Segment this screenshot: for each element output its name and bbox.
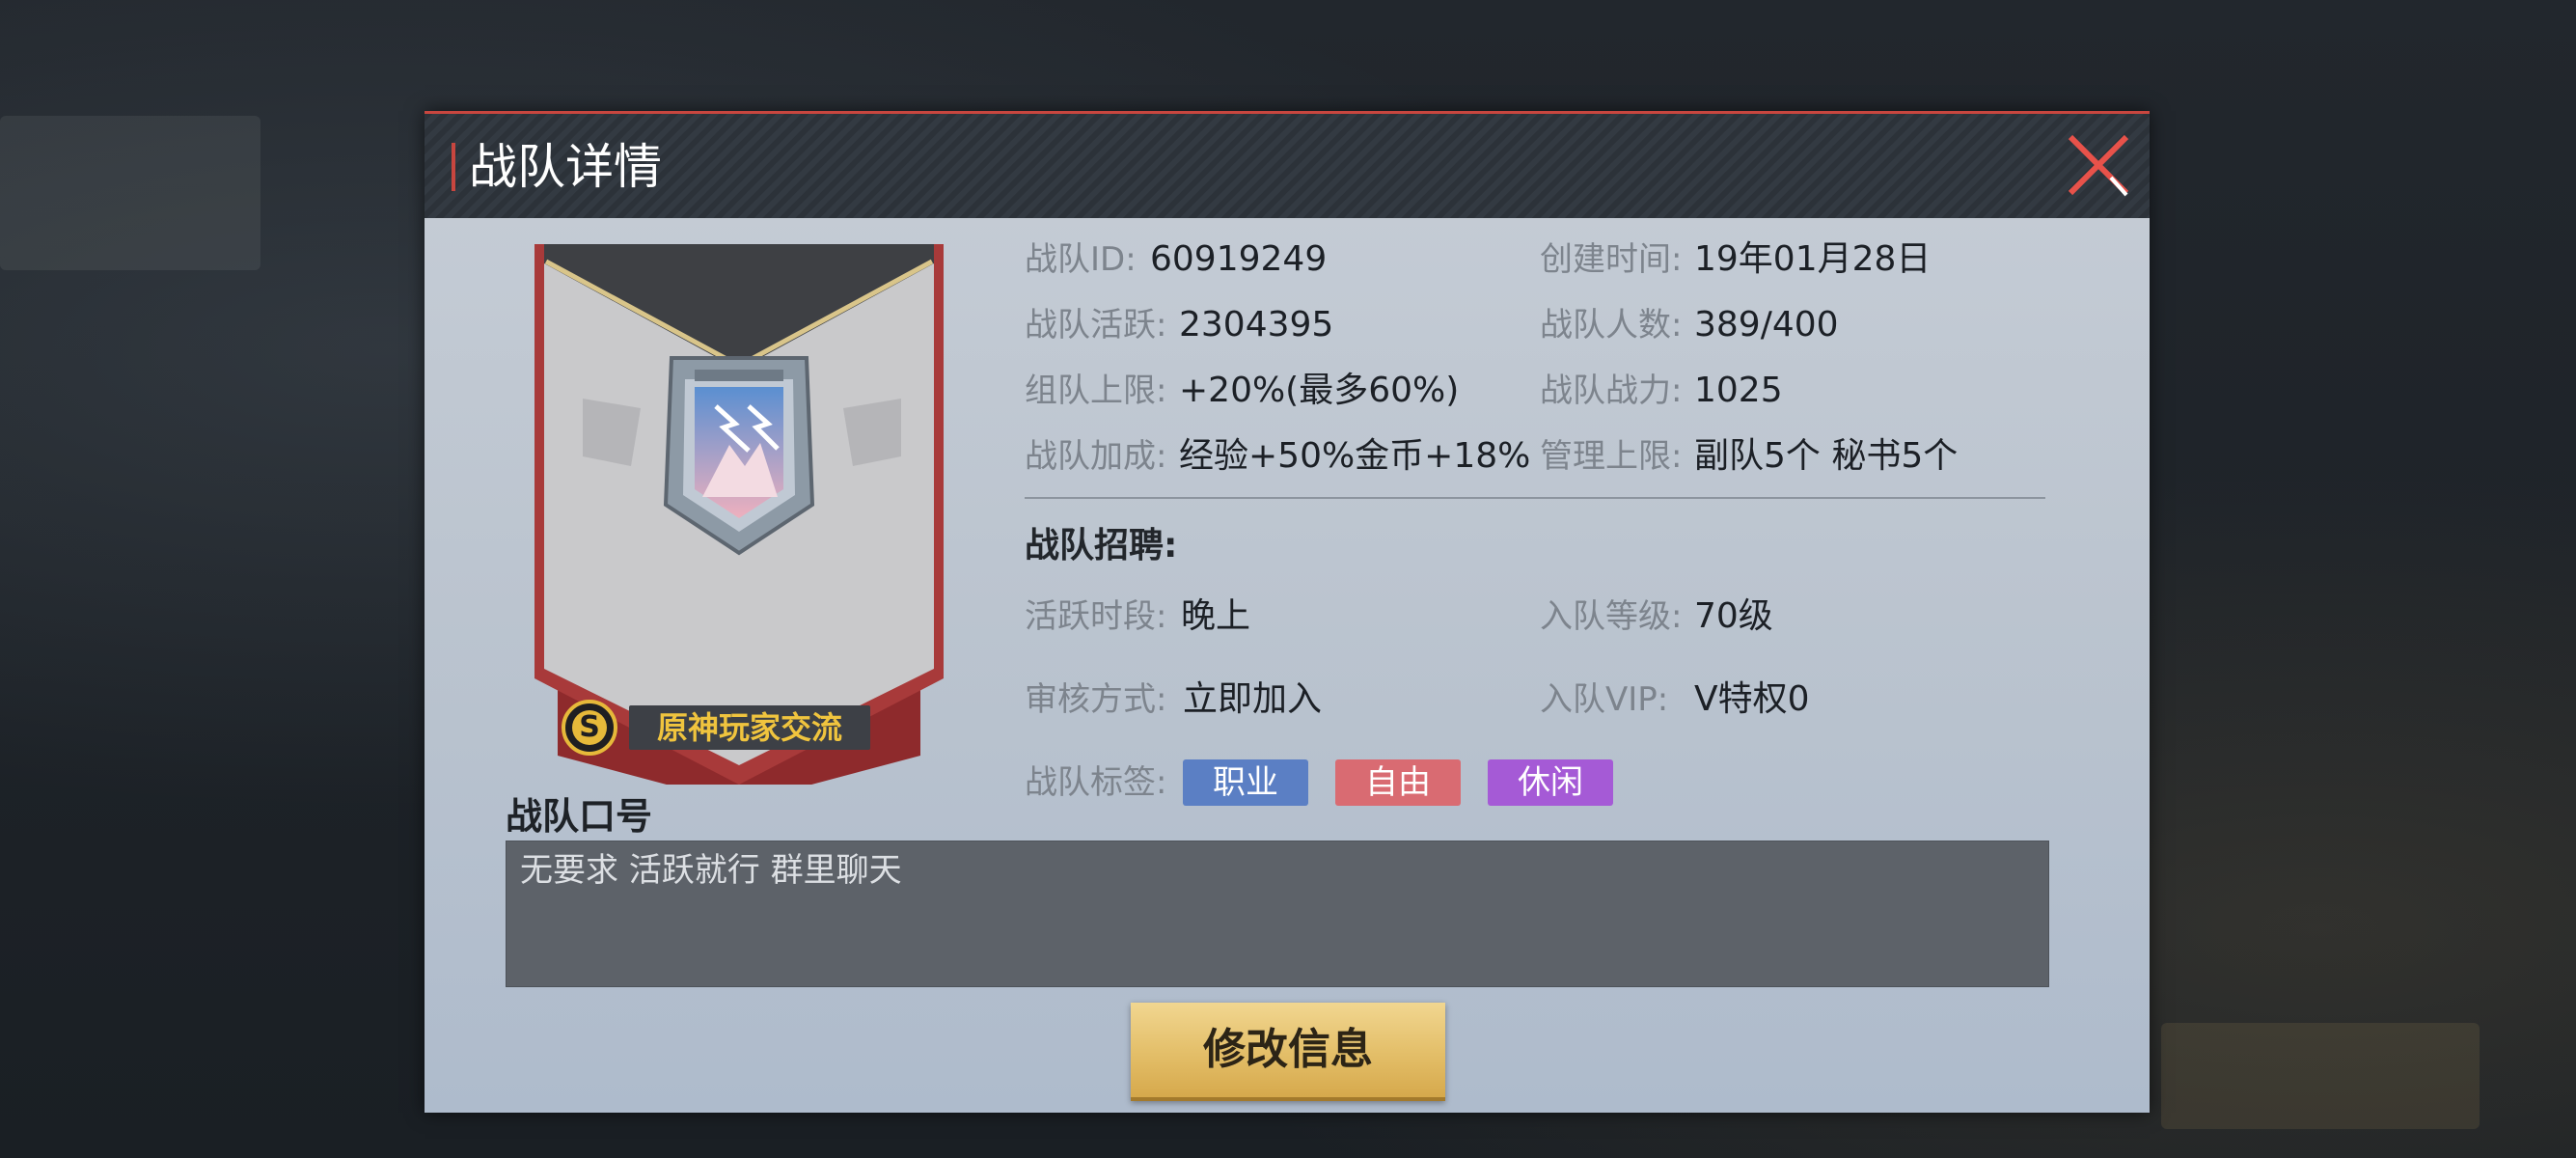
- team-tags-label: 战队标签:: [1025, 763, 1167, 802]
- active-time-value: 晚上: [1181, 596, 1251, 636]
- team-power-label: 战队战力:: [1540, 372, 1683, 410]
- join-vip-value: V特权0: [1694, 679, 1810, 719]
- management-limit-label: 管理上限:: [1540, 437, 1683, 476]
- created-time-label: 创建时间:: [1540, 240, 1683, 279]
- team-members-label: 战队人数:: [1540, 306, 1683, 345]
- team-rank-badge-letter: S: [579, 710, 600, 744]
- slogan-text: 无要求 活跃就行 群里聊天: [520, 851, 902, 890]
- join-vip-label: 入队VIP:: [1540, 680, 1669, 719]
- recruit-section-title: 战队招聘:: [1025, 526, 1178, 565]
- team-activity-label: 战队活跃:: [1025, 306, 1167, 345]
- created-time-value: 19年01月28日: [1694, 239, 1932, 279]
- team-name-plate: 原神玩家交流: [629, 705, 870, 750]
- team-activity-value: 2304395: [1179, 305, 1334, 345]
- join-level-value: 70级: [1694, 596, 1773, 636]
- dialog-title: 战队详情: [469, 139, 662, 195]
- edit-info-button[interactable]: 修改信息: [1131, 1003, 1445, 1101]
- team-tag: 职业: [1183, 759, 1308, 806]
- edit-info-button-label: 修改信息: [1203, 1025, 1373, 1074]
- group-limit-value: +20%(最多60%): [1179, 371, 1460, 410]
- slogan-label: 战队口号: [506, 795, 653, 838]
- dialog-header: 战队详情: [425, 111, 2150, 218]
- team-banner: S 原神玩家交流: [525, 244, 953, 804]
- background-panel-left: [0, 116, 260, 270]
- slogan-box: 无要求 活跃就行 群里聊天: [506, 841, 2049, 987]
- team-power-value: 1025: [1694, 371, 1783, 410]
- team-bonus-value: 经验+50%金币+18%: [1179, 436, 1531, 476]
- review-method-label: 审核方式:: [1025, 680, 1167, 719]
- close-button[interactable]: [2065, 131, 2134, 201]
- header-accent-bar: [452, 143, 455, 191]
- team-name: 原神玩家交流: [656, 709, 842, 746]
- group-limit-label: 组队上限:: [1025, 372, 1167, 410]
- team-members-value: 389/400: [1694, 305, 1839, 345]
- team-id-label: 战队ID:: [1025, 240, 1137, 279]
- team-tag: 休闲: [1488, 759, 1613, 806]
- active-time-label: 活跃时段:: [1025, 597, 1167, 636]
- review-method-value: 立即加入: [1183, 679, 1323, 719]
- background-panel-right: [2161, 1023, 2480, 1129]
- team-bonus-label: 战队加成:: [1025, 437, 1167, 476]
- close-icon: [2068, 134, 2129, 197]
- team-tag: 自由: [1335, 759, 1461, 806]
- management-limit-value: 副队5个 秘书5个: [1694, 436, 1959, 476]
- join-level-label: 入队等级:: [1540, 597, 1683, 636]
- team-id-value: 60919249: [1150, 239, 1328, 279]
- team-details-dialog: 战队详情 S 原神玩家交流 战队ID: 60919249 创建时间: 19年01…: [425, 111, 2150, 1113]
- info-divider: [1025, 497, 2045, 499]
